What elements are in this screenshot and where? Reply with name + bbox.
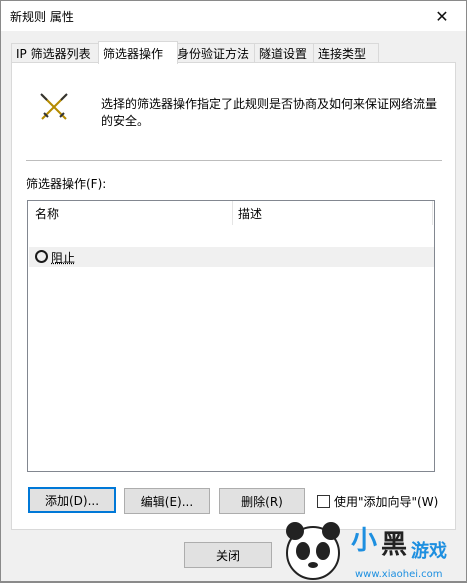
radio-button[interactable]	[35, 250, 48, 263]
tab-connection-type[interactable]: 连接类型	[313, 43, 379, 63]
checkbox-box[interactable]	[317, 495, 330, 508]
filter-action-panel: 选择的筛选器操作指定了此规则是否协商及如何来保证网络流量的安全。 筛选器操作(F…	[11, 62, 456, 530]
site-watermark-logo: 小 黑 游戏 www.xiaohei.com	[271, 513, 467, 583]
list-item[interactable]: 阻止	[29, 247, 434, 267]
properties-dialog: 新规则 属性 ✕ IP 筛选器列表 筛选器操作 身份验证方法 隧道设置 连接类型…	[0, 0, 467, 582]
separator	[26, 160, 442, 161]
edit-button[interactable]: 编辑(E)...	[124, 488, 210, 514]
svg-text:小: 小	[351, 526, 377, 556]
close-icon[interactable]: ✕	[420, 1, 464, 31]
column-divider[interactable]	[432, 201, 433, 225]
use-wizard-label: 使用"添加向导"(W)	[334, 493, 438, 510]
tab-filter-action[interactable]: 筛选器操作	[98, 41, 178, 64]
add-button[interactable]: 添加(D)...	[28, 487, 116, 513]
svg-text:www.xiaohei.com: www.xiaohei.com	[355, 569, 443, 580]
filter-action-list[interactable]: 名称 描述 阻止	[27, 200, 435, 472]
svg-text:黑: 黑	[381, 530, 407, 560]
filter-action-description: 选择的筛选器操作指定了此规则是否协商及如何来保证网络流量的安全。	[101, 96, 443, 130]
tab-tunnel-settings[interactable]: 隧道设置	[254, 43, 318, 63]
svg-text:游戏: 游戏	[411, 540, 447, 562]
remove-button[interactable]: 删除(R)	[219, 488, 305, 514]
window-title: 新规则 属性	[10, 8, 74, 25]
filter-action-icon	[38, 91, 70, 123]
close-button[interactable]: 关闭	[184, 542, 272, 568]
column-header-description[interactable]: 描述	[238, 201, 262, 225]
tab-auth-methods[interactable]: 身份验证方法	[172, 43, 260, 63]
list-item-name: 阻止	[51, 249, 75, 266]
title-bar: 新规则 属性 ✕	[1, 1, 466, 31]
column-divider[interactable]	[232, 201, 233, 225]
filter-action-list-label: 筛选器操作(F):	[26, 175, 106, 192]
tab-ip-filter-list[interactable]: IP 筛选器列表	[11, 43, 104, 63]
use-wizard-checkbox[interactable]: 使用"添加向导"(W)	[317, 493, 438, 510]
column-header-name[interactable]: 名称	[35, 201, 59, 225]
